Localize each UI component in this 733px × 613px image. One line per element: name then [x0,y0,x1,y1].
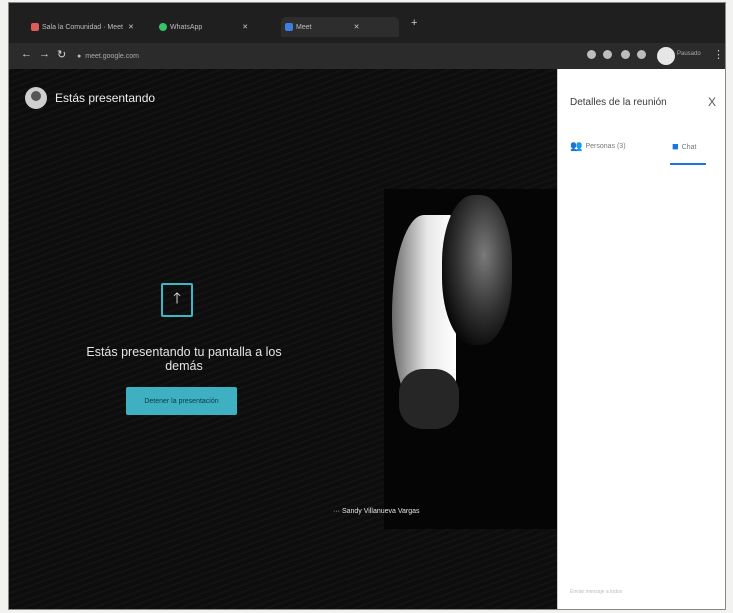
url-text: meet.google.com [85,52,139,60]
panel-title: Detalles de la reunión [570,97,667,108]
tab-close-icon[interactable]: ✕ [242,23,248,31]
new-tab-icon[interactable]: + [411,17,417,29]
browser-tab-3[interactable]: Meet ✕ [281,17,399,37]
whatsapp-icon [159,23,167,31]
presenting-label: Estás presentando [55,91,156,105]
address-bar-row: ← → ↻ ● meet.google.com Pausado ⋮ [9,43,725,69]
active-tab-indicator [670,163,706,165]
extension-icon[interactable] [621,50,630,59]
extension-icon[interactable] [637,50,646,59]
chat-input-hint[interactable]: Enviar mensaje a todos [570,589,622,595]
tab-people-label: Personas (3) [585,143,626,150]
profile-avatar[interactable] [657,47,675,65]
meet-icon [285,23,293,31]
browser-tab-1[interactable]: Sala la Comunidad · Meet ✕ [31,17,157,37]
tab-people[interactable]: 👥 Personas (3) [570,141,626,152]
menu-icon[interactable]: ⋮ [713,48,724,61]
extension-icon[interactable] [587,50,596,59]
tab-strip: Sala la Comunidad · Meet ✕ WhatsApp ✕ Me… [9,3,725,43]
browser-tab-2[interactable]: WhatsApp ✕ [159,17,275,37]
tab-close-icon[interactable]: ✕ [354,23,360,31]
tab-chat-label: Chat [681,143,697,151]
presenting-indicator: Estás presentando [25,87,155,109]
participant-silhouette [442,195,512,345]
tab-favicon-icon [31,23,39,31]
participant-video [384,189,557,529]
close-icon[interactable]: X [708,95,716,109]
reload-icon[interactable]: ↻ [57,48,66,61]
presenting-message: Estás presentando tu pantalla a los demá… [86,345,282,373]
back-icon[interactable]: ← [21,48,32,60]
participant-name: ··· Sandy Villanueva Vargas [333,508,420,515]
avatar [25,87,47,109]
tab-close-icon[interactable]: ✕ [128,23,134,31]
extension-icon[interactable] [603,50,612,59]
profile-label: Pausado [677,51,701,57]
people-icon: 👥 [570,141,583,152]
participant-silhouette [399,369,459,429]
tab-chat[interactable]: ■ Chat [672,141,696,153]
tab-label: Meet [296,23,312,31]
lock-icon: ● [77,52,82,60]
present-screen-icon: 🡑 [161,283,193,317]
meeting-stage: Estás presentando 🡑 Estás presentando tu… [9,69,557,609]
tab-label: WhatsApp [170,23,203,31]
forward-icon[interactable]: → [39,48,50,60]
url-bar[interactable]: ● meet.google.com [77,48,557,64]
participant-name-text: Sandy Villanueva Vargas [341,508,420,515]
stop-presenting-button[interactable]: Detener la presentación [126,387,237,415]
browser-window: Sala la Comunidad · Meet ✕ WhatsApp ✕ Me… [8,2,726,610]
tab-label: Sala la Comunidad · Meet [42,23,123,31]
chat-icon: ■ [672,141,679,153]
meeting-details-panel: Detalles de la reunión X 👥 Personas (3) … [557,69,725,609]
